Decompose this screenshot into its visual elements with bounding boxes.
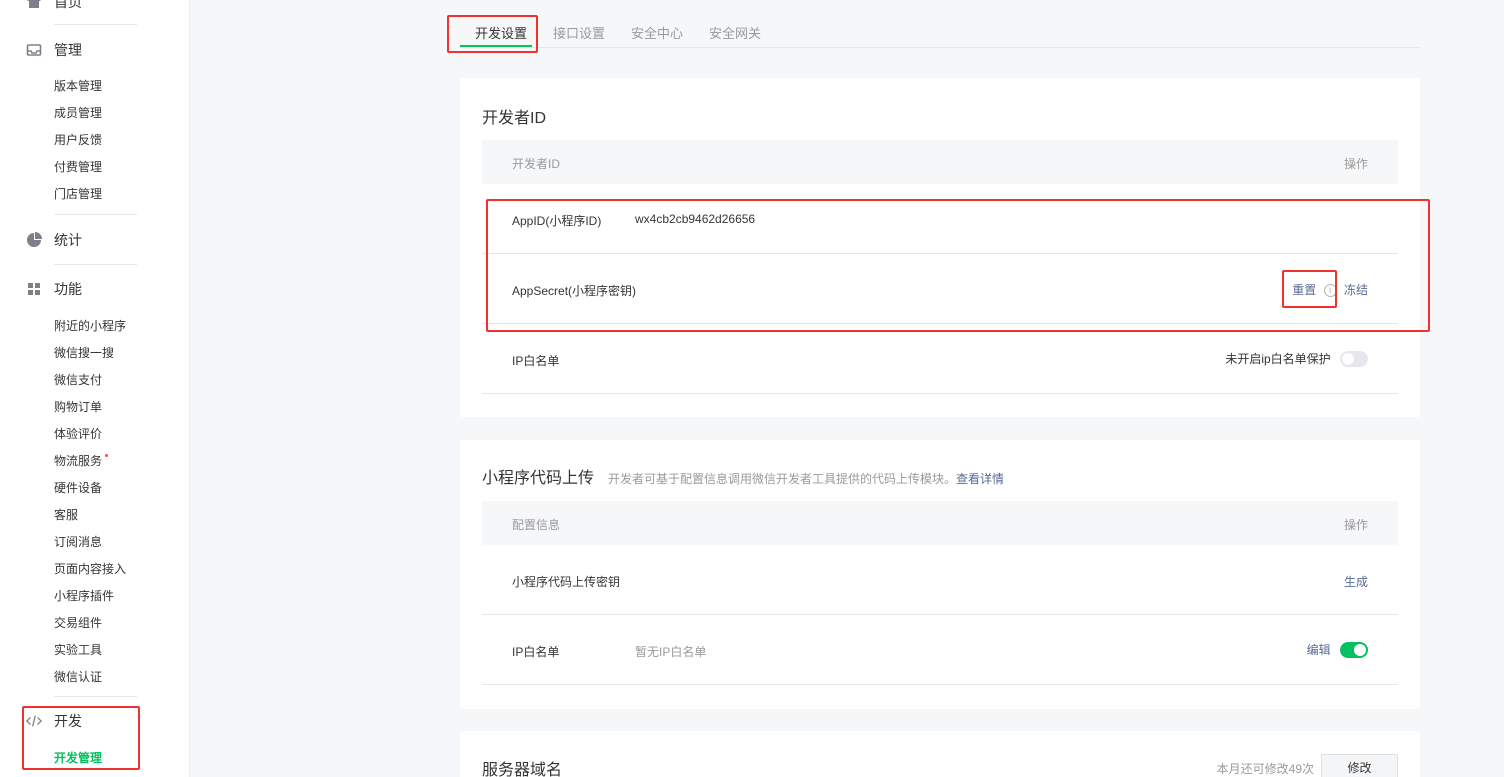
divider [54,214,137,215]
sidebar-item-content[interactable]: 页面内容接入 [54,561,126,577]
sidebar-item-stores[interactable]: 门店管理 [54,186,102,202]
table-row: IP白名单 暂无IP白名单 编辑 [482,615,1398,685]
appsecret-actions: 重置 i 冻结 [1292,281,1368,298]
ip-whitelist-control: 未开启ip白名单保护 [1225,350,1368,367]
divider [54,24,137,25]
pie-chart-icon [26,232,42,248]
divider [54,696,137,697]
sidebar-item-label: 物流服务 [54,454,103,468]
card-title: 小程序代码上传 [482,470,595,487]
table-row: AppID(小程序ID) wx4cb2cb9462d26656 [482,184,1398,254]
sidebar-item-stats[interactable]: 统计 [26,230,82,250]
sidebar-item-label: 管理 [54,42,82,58]
appid-label: AppID(小程序ID) [512,214,602,228]
sidebar-item-features[interactable]: 功能 [26,279,82,299]
table-header: 配置信息 操作 [482,501,1398,545]
ip-whitelist-status: 未开启ip白名单保护 [1225,352,1331,366]
ip-whitelist-value: 暂无IP白名单 [635,645,707,659]
ip-whitelist-label: IP白名单 [512,645,560,659]
ip-whitelist-control: 编辑 [1307,641,1368,658]
tab-api-settings[interactable]: 接口设置 [553,23,605,42]
sidebar-item-manage[interactable]: 管理 [26,40,82,60]
sidebar-item-payment[interactable]: 付费管理 [54,159,102,175]
sidebar-item-home[interactable]: 首页 [26,0,82,12]
sidebar-item-lab[interactable]: 实验工具 [54,642,102,658]
sidebar: 首页 管理 版本管理 成员管理 用户反馈 付费管理 门店管理 统计 功能 附近的… [0,0,190,777]
tab-security-center[interactable]: 安全中心 [631,23,683,42]
new-badge [105,454,109,457]
sidebar-item-search[interactable]: 微信搜一搜 [54,345,114,361]
code-icon [26,713,42,729]
ip-whitelist-label: IP白名单 [512,354,560,368]
tab-active-indicator [460,45,532,47]
table-row: AppSecret(小程序密钥) 重置 i 冻结 [482,254,1398,324]
server-domain-card: 服务器域名 本月还可修改49次 修改 [460,731,1420,777]
top-tabs: 开发设置 接口设置 安全中心 安全网关 [460,0,1420,48]
column-header: 操作 [1343,157,1368,171]
code-upload-card: 小程序代码上传 开发者可基于配置信息调用微信开发者工具提供的代码上传模块。查看详情… [460,440,1420,709]
sidebar-item-logistics[interactable]: 物流服务 [54,453,109,469]
reset-button[interactable]: 重置 [1292,283,1316,297]
sidebar-item-hardware[interactable]: 硬件设备 [54,480,102,496]
column-header: 操作 [1343,518,1368,532]
sidebar-item-feedback[interactable]: 用户反馈 [54,132,102,148]
sidebar-item-subscribe[interactable]: 订阅消息 [54,534,102,550]
sidebar-item-orders[interactable]: 购物订单 [54,399,102,415]
sidebar-item-version[interactable]: 版本管理 [54,78,102,94]
table-row: 小程序代码上传密钥 生成 [482,545,1398,615]
card-description: 开发者可基于配置信息调用微信开发者工具提供的代码上传模块。查看详情 [608,472,1004,486]
appid-value: wx4cb2cb9462d26656 [635,212,756,226]
info-icon[interactable]: i [1323,284,1337,298]
table-row: IP白名单 未开启ip白名单保护 [482,324,1398,394]
sidebar-item-nearby[interactable]: 附近的小程序 [54,318,126,334]
card-title: 开发者ID [482,110,547,127]
generate-button[interactable]: 生成 [1344,573,1368,590]
ip-whitelist-toggle[interactable] [1340,641,1368,658]
appsecret-label: AppSecret(小程序密钥) [512,284,637,298]
column-header: 配置信息 [512,518,561,532]
divider [54,264,137,265]
ip-whitelist-toggle[interactable] [1340,350,1368,367]
sidebar-item-plugins[interactable]: 小程序插件 [54,588,114,604]
tab-security-gateway[interactable]: 安全网关 [709,23,761,42]
sidebar-item-verify[interactable]: 微信认证 [54,669,102,685]
card-title-row: 小程序代码上传 开发者可基于配置信息调用微信开发者工具提供的代码上传模块。查看详情 [482,464,1004,488]
column-header: 开发者ID [512,157,561,171]
sidebar-item-trade[interactable]: 交易组件 [54,615,102,631]
tab-dev-settings[interactable]: 开发设置 [475,23,527,42]
table-header: 开发者ID 操作 [482,140,1398,184]
freeze-button[interactable]: 冻结 [1344,283,1368,297]
sidebar-item-reviews[interactable]: 体验评价 [54,426,102,442]
sidebar-item-members[interactable]: 成员管理 [54,105,102,121]
sidebar-item-wxpay[interactable]: 微信支付 [54,372,102,388]
sidebar-item-label: 统计 [54,232,82,248]
edit-button[interactable]: 编辑 [1307,643,1331,657]
inbox-icon [26,42,42,58]
view-details-link[interactable]: 查看详情 [956,472,1004,486]
card-title: 服务器域名 [482,762,563,777]
sidebar-item-label: 首页 [54,0,82,10]
upload-key-label: 小程序代码上传密钥 [512,575,621,589]
sidebar-item-dev-manage[interactable]: 开发管理 [54,750,102,766]
sidebar-item-dev[interactable]: 开发 [26,711,82,731]
card-description-text: 开发者可基于配置信息调用微信开发者工具提供的代码上传模块。 [608,472,957,486]
sidebar-item-label: 开发 [54,713,82,729]
sidebar-item-service[interactable]: 客服 [54,507,78,523]
sidebar-item-label: 功能 [54,281,82,297]
grid-icon [26,281,42,297]
remaining-edits: 本月还可修改49次 [1216,762,1314,776]
modify-button[interactable]: 修改 [1321,754,1398,777]
dev-id-card: 开发者ID 开发者ID 操作 AppID(小程序ID) wx4cb2cb9462… [460,78,1420,417]
home-icon [26,0,42,10]
